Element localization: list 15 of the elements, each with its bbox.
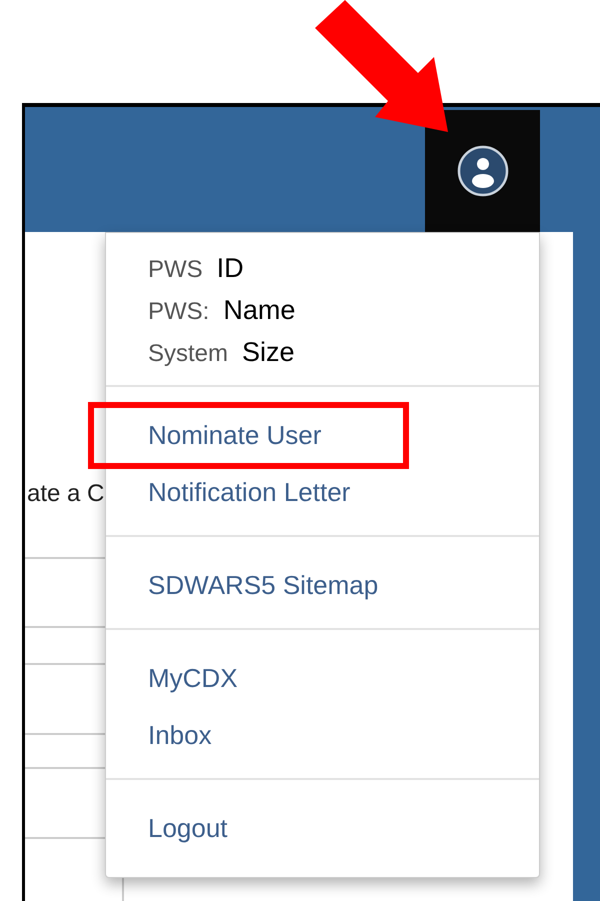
menu-item[interactable]: SDWARS5 Sitemap [148,570,378,601]
menu-item[interactable]: Inbox [148,720,212,751]
page-text: ate a C [26,480,104,508]
menu-item[interactable]: Notification Letter [148,477,350,508]
user-button[interactable] [425,110,540,232]
menu-item[interactable]: Logout [148,813,228,844]
menu-item[interactable]: MyCDX [148,663,238,694]
user-icon [456,144,510,198]
info-label: System [148,339,228,369]
info-value: Size [242,336,295,369]
info-value: Name [223,294,296,327]
info-value: ID [216,252,244,285]
info-label: PWS: [148,297,210,327]
menu-item[interactable]: Nominate User [148,420,322,451]
info-label: PWS [148,255,203,285]
